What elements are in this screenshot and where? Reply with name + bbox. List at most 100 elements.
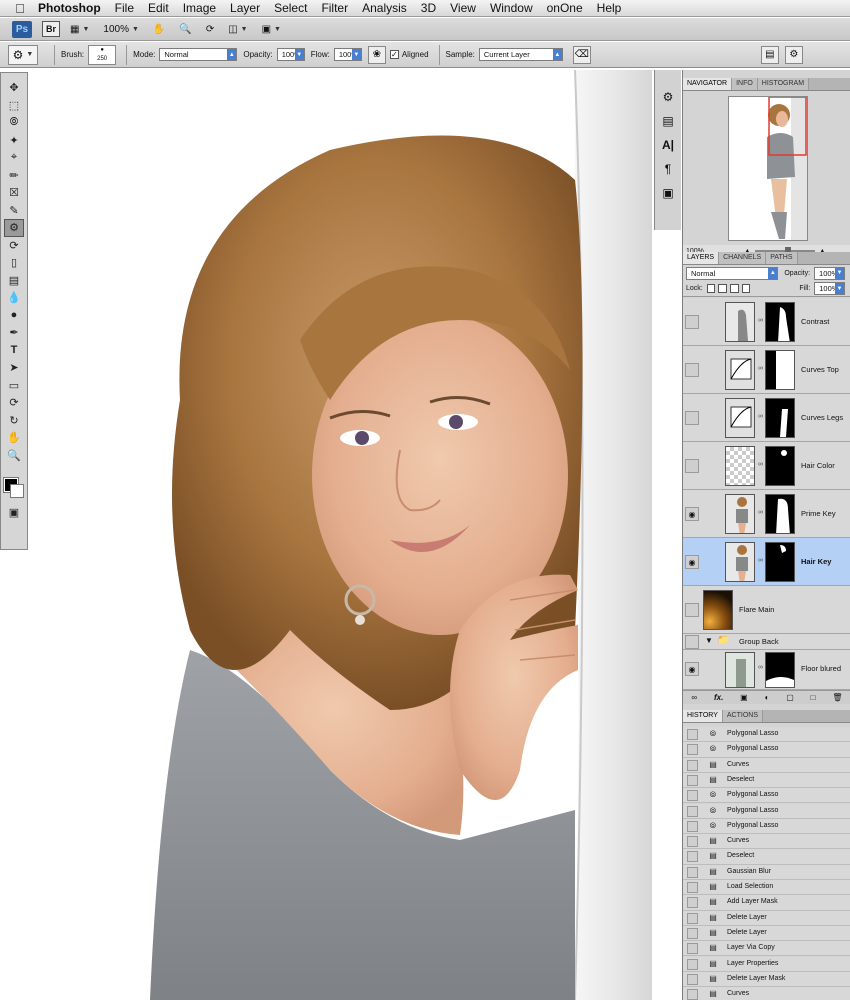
eyedropper-icon[interactable]: ✏ <box>4 167 24 185</box>
layer-row-curves-top[interactable]: ∞ Curves Top <box>683 346 850 394</box>
paragraph-icon[interactable]: ¶ <box>659 160 677 178</box>
history-item[interactable]: ▤ Load Selection <box>683 880 850 896</box>
brush-panel-button[interactable]: ⚙ <box>784 45 803 64</box>
history-snapshot-box[interactable] <box>687 882 698 893</box>
document-canvas[interactable] <box>30 70 652 1000</box>
history-item[interactable]: ▤ Delete Layer <box>683 925 850 942</box>
menu-select[interactable]: Select <box>274 1 307 15</box>
menu-analysis[interactable]: Analysis <box>362 1 407 15</box>
sample-dropdown[interactable]: Current Layer ▲ <box>478 48 563 61</box>
menu-help[interactable]: Help <box>597 1 622 15</box>
history-item[interactable]: ▤ Layer Via Copy <box>683 941 850 957</box>
layer-row-hair-color[interactable]: ∞ Hair Color <box>683 442 850 490</box>
history-item[interactable]: ▤ Delete Layer Mask <box>683 971 850 988</box>
tab-history[interactable]: HISTORY <box>683 710 723 722</box>
move-tool-icon[interactable]: ✥ <box>4 79 24 97</box>
history-item[interactable]: ▤ Layer Properties <box>683 956 850 972</box>
mode-dropdown[interactable]: Normal ▲ <box>159 48 238 61</box>
eye-icon[interactable]: ◉ <box>685 662 699 676</box>
screen-mode-button[interactable]: ▣ ▼ <box>262 24 281 35</box>
view-extras-button[interactable]: ▦ ▼ <box>70 24 89 35</box>
history-item[interactable]: ▤ Deselect <box>683 772 850 789</box>
history-snapshot-box[interactable] <box>687 958 698 970</box>
arrange-documents-button[interactable]: ◫ ▼ <box>228 24 247 35</box>
menu-edit[interactable]: Edit <box>148 1 169 15</box>
ignore-adjustment-layers-button[interactable]: ⌫ <box>572 45 591 64</box>
history-item[interactable]: ⦾ Polygonal Lasso <box>683 818 850 835</box>
zoom-level-dropdown[interactable]: 100% ▼ <box>103 24 139 35</box>
zoom-tool-icon[interactable]: 🔍 <box>4 447 24 465</box>
new-layer-icon[interactable]: □ <box>811 693 816 702</box>
bridge-button[interactable]: Br <box>42 21 60 37</box>
history-snapshot-box[interactable] <box>687 774 698 786</box>
tab-actions[interactable]: ACTIONS <box>722 710 763 722</box>
adjustment-layer-icon[interactable]: ◐ <box>765 693 770 702</box>
airbrush-button[interactable]: ❀ <box>367 45 386 64</box>
tab-histogram[interactable]: HISTOGRAM <box>757 78 810 90</box>
path-selection-icon[interactable]: ➤ <box>4 359 24 377</box>
character-icon[interactable]: A| <box>659 136 677 154</box>
history-item[interactable]: ⦾ Polygonal Lasso <box>683 788 850 804</box>
magic-wand-icon[interactable]: ✦ <box>4 132 24 150</box>
history-item[interactable]: ▤ Add Layer Mask <box>683 895 850 911</box>
layer-row-curves-legs[interactable]: ∞ Curves Legs <box>683 394 850 442</box>
dodge-icon[interactable]: ● <box>4 307 24 325</box>
fill-field[interactable]: 100% ▼ <box>814 282 845 295</box>
group-expand-icon[interactable]: ▼ <box>705 636 713 645</box>
tab-info[interactable]: INFO <box>732 78 758 90</box>
history-snapshot-box[interactable] <box>687 989 698 1000</box>
crop-tool-icon[interactable]: ⌖ <box>4 149 24 167</box>
zoom-button[interactable]: 🔍 <box>179 24 191 35</box>
history-item[interactable]: ▤ Curves <box>683 757 850 773</box>
eye-icon[interactable]: ◉ <box>685 507 699 521</box>
eraser-icon[interactable]: ▯ <box>4 254 24 272</box>
tool-preset-picker[interactable]: ⚙ ▼ <box>8 44 38 65</box>
blur-icon[interactable]: 💧 <box>4 289 24 307</box>
layer-row-hair-key[interactable]: ◉ ∞ Hair Key <box>683 538 850 586</box>
tab-channels[interactable]: CHANNELS <box>719 252 767 264</box>
link-layers-icon[interactable]: ∞ <box>691 693 697 702</box>
history-snapshot-box[interactable] <box>687 927 698 939</box>
healing-brush-icon[interactable]: ☒ <box>4 184 24 202</box>
background-color-swatch[interactable] <box>10 484 24 498</box>
hand-tool-icon[interactable]: ✋ <box>4 429 24 447</box>
history-snapshot-box[interactable] <box>687 820 698 832</box>
3d-orbit-icon[interactable]: ↻ <box>4 412 24 430</box>
history-snapshot-box[interactable] <box>687 729 698 740</box>
opacity-field[interactable]: 100% ▼ <box>276 48 305 61</box>
history-snapshot-box[interactable] <box>687 744 698 756</box>
menu-onone[interactable]: onOne <box>547 1 583 15</box>
history-item[interactable]: ▤ Deselect <box>683 849 850 865</box>
history-item[interactable]: ▤ Gaussian Blur <box>683 864 850 880</box>
layer-row-contrast[interactable]: ∞ Contrast <box>683 298 850 346</box>
aligned-checkbox[interactable]: ✓ <box>389 50 399 59</box>
quick-mask-icon[interactable]: ▣ <box>4 504 24 522</box>
delete-layer-icon[interactable]: 🗑 <box>832 693 842 702</box>
history-item[interactable]: ⦾ Polygonal Lasso <box>683 803 850 819</box>
tab-navigator[interactable]: NAVIGATOR <box>683 78 733 90</box>
shape-tool-icon[interactable]: ▭ <box>4 377 24 395</box>
lock-all-icon[interactable] <box>741 284 751 293</box>
layer-row-prime-key[interactable]: ◉ ∞ Prime Key <box>683 490 850 538</box>
tab-layers[interactable]: LAYERS <box>683 252 720 264</box>
history-snapshot-box[interactable] <box>687 790 698 802</box>
history-snapshot-box[interactable] <box>687 805 698 817</box>
layer-row-floor-blured[interactable]: ◉ ∞ Floor blured <box>683 650 850 690</box>
flow-field[interactable]: 100% ▼ <box>333 48 362 61</box>
blend-mode-dropdown[interactable]: Normal ▲ <box>686 266 779 280</box>
gradient-icon[interactable]: ▤ <box>4 272 24 290</box>
lock-position-icon[interactable] <box>730 284 739 293</box>
marquee-tool-icon[interactable]: ⬚ <box>4 97 24 115</box>
add-mask-icon[interactable]: ▣ <box>740 693 748 702</box>
eye-icon[interactable]: ◉ <box>685 555 699 569</box>
history-snapshot-box[interactable] <box>687 973 698 985</box>
clone-source-icon[interactable]: ⚙ <box>659 88 677 106</box>
history-item[interactable]: ▤ Delete Layer <box>683 910 850 926</box>
menu-view[interactable]: View <box>450 1 476 15</box>
menu-file[interactable]: File <box>115 1 134 15</box>
menu-3d[interactable]: 3D <box>421 1 436 15</box>
history-snapshot-box[interactable] <box>687 912 698 924</box>
app-name-menu[interactable]: Photoshop <box>38 1 101 15</box>
layer-row-group-back[interactable]: ▼ 📁 Group Back <box>683 634 850 650</box>
visibility-toggle[interactable] <box>685 411 699 425</box>
